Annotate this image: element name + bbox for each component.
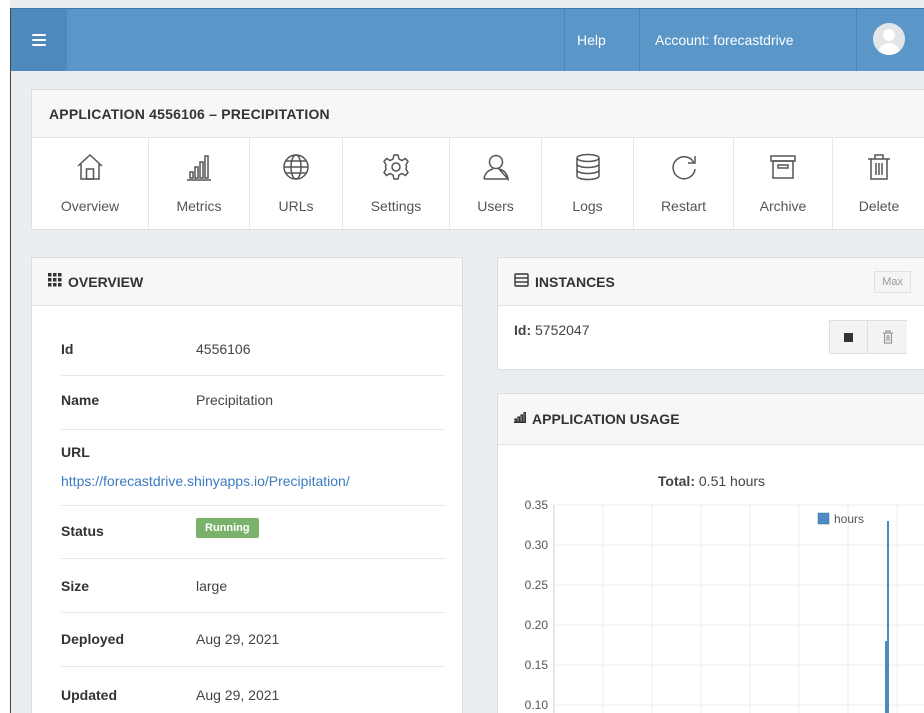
usage-total-value: 0.51 hours	[698, 473, 766, 489]
row-key: Name	[61, 392, 100, 408]
row-key: Updated	[61, 687, 117, 703]
navbar-divider	[856, 9, 857, 71]
overview-row-updated: Updated Aug 29, 2021	[61, 667, 445, 713]
usage-title: APPLICATION USAGE	[532, 411, 680, 427]
restart-icon	[669, 152, 699, 182]
tool-restart-button[interactable]: Restart	[634, 138, 734, 230]
window-edge	[0, 0, 10, 713]
globe-icon	[281, 152, 311, 182]
overview-row-name: Name Precipitation	[61, 376, 445, 430]
instance-id-value: 5752047	[535, 322, 590, 338]
instances-header: INSTANCES Max	[498, 258, 924, 306]
bar	[885, 641, 887, 713]
y-tick-label: 0.20	[525, 618, 549, 632]
row-key: Status	[61, 523, 104, 539]
tool-archive-button[interactable]: Archive	[734, 138, 833, 230]
user-icon	[481, 152, 511, 182]
y-tick-label: 0.15	[525, 658, 549, 672]
legend-label: hours	[834, 512, 864, 526]
usage-panel: APPLICATION USAGE Total: 0.51 hours 0.35…	[497, 393, 924, 713]
overview-header: OVERVIEW	[32, 258, 462, 306]
usage-chart: 0.35 0.30 0.25 0.20 0.15 0.10 hours	[525, 498, 924, 713]
bar-chart-icon	[184, 152, 214, 182]
hamburger-icon	[32, 31, 46, 49]
tool-metrics-button[interactable]: Metrics	[149, 138, 250, 230]
tool-delete-button[interactable]: Delete	[833, 138, 924, 230]
y-tick-label: 0.10	[525, 698, 549, 712]
tool-overview-button[interactable]: Overview	[32, 138, 149, 230]
application-panel: APPLICATION 4556106 – PRECIPITATION Over…	[31, 89, 924, 230]
usage-total: Total: 0.51 hours	[498, 473, 924, 489]
top-navbar: Help Account: forecastdrive	[11, 8, 924, 71]
tool-urls-label: URLs	[278, 198, 314, 214]
overview-row-deployed: Deployed Aug 29, 2021	[61, 613, 445, 667]
bar-chart-icon	[514, 393, 526, 444]
window-border	[10, 8, 11, 713]
tool-urls-button[interactable]: URLs	[250, 138, 343, 230]
row-key: Size	[61, 578, 90, 594]
overview-row-id: Id 4556106	[61, 322, 445, 376]
tool-archive-label: Archive	[759, 198, 807, 214]
y-tick-label: 0.35	[525, 498, 549, 512]
tool-delete-label: Delete	[858, 198, 900, 214]
database-icon	[573, 152, 603, 182]
overview-row-url: URL https://forecastdrive.shinyapps.io/P…	[61, 430, 445, 506]
archive-icon	[768, 152, 798, 182]
legend-swatch	[817, 512, 830, 525]
instance-id-label: Id:	[514, 322, 532, 338]
tool-overview-label: Overview	[60, 198, 120, 214]
account-menu[interactable]: Account: forecastdrive	[655, 9, 794, 71]
instances-title: INSTANCES	[535, 274, 615, 290]
overview-panel: OVERVIEW Id 4556106 Name Precipitation U…	[31, 257, 463, 713]
gear-icon	[381, 152, 411, 182]
row-value: large	[196, 578, 228, 594]
row-value: Aug 29, 2021	[196, 631, 280, 647]
grid-icon	[48, 258, 62, 306]
overview-title: OVERVIEW	[68, 274, 144, 290]
tool-logs-button[interactable]: Logs	[542, 138, 634, 230]
help-link[interactable]: Help	[577, 9, 606, 71]
user-avatar-icon[interactable]	[873, 23, 905, 55]
tool-metrics-label: Metrics	[176, 198, 222, 214]
max-button[interactable]: Max	[874, 271, 911, 293]
application-toolbar: Overview Metrics URLs Settings Users Log…	[32, 138, 924, 230]
row-key: Id	[61, 341, 74, 357]
stop-instance-button[interactable]	[830, 321, 868, 353]
overview-row-size: Size large	[61, 559, 445, 613]
trash-icon	[864, 152, 894, 182]
tool-logs-label: Logs	[572, 198, 603, 214]
row-value: Precipitation	[196, 392, 274, 408]
stop-icon	[844, 332, 853, 342]
overview-row-status: Status Running	[61, 506, 445, 559]
row-key: URL	[61, 444, 90, 460]
tool-restart-label: Restart	[660, 198, 707, 214]
y-tick-label: 0.30	[525, 538, 549, 552]
trash-icon	[883, 330, 893, 344]
usage-total-label: Total:	[657, 473, 695, 489]
delete-instance-button[interactable]	[869, 321, 907, 353]
server-icon	[514, 258, 529, 306]
y-tick-label: 0.25	[525, 578, 549, 592]
application-title: APPLICATION 4556106 – PRECIPITATION	[32, 90, 924, 138]
instances-panel: INSTANCES Max Id: 5752047	[497, 257, 924, 370]
hamburger-menu-button[interactable]	[11, 9, 67, 71]
instance-actions	[829, 320, 907, 354]
instance-id: Id: 5752047	[514, 322, 590, 338]
app-url-link[interactable]: https://forecastdrive.shinyapps.io/Preci…	[61, 473, 350, 489]
tool-settings-label: Settings	[370, 198, 422, 214]
status-badge: Running	[196, 518, 259, 538]
navbar-divider	[564, 9, 565, 71]
row-value: 4556106	[196, 341, 251, 357]
navbar-divider	[639, 9, 640, 71]
home-icon	[75, 152, 105, 182]
bar	[887, 521, 889, 713]
tool-users-label: Users	[477, 198, 514, 214]
tool-users-button[interactable]: Users	[450, 138, 542, 230]
usage-header: APPLICATION USAGE	[498, 394, 924, 445]
row-value: Aug 29, 2021	[196, 687, 280, 703]
tool-settings-button[interactable]: Settings	[343, 138, 450, 230]
row-key: Deployed	[61, 631, 125, 647]
